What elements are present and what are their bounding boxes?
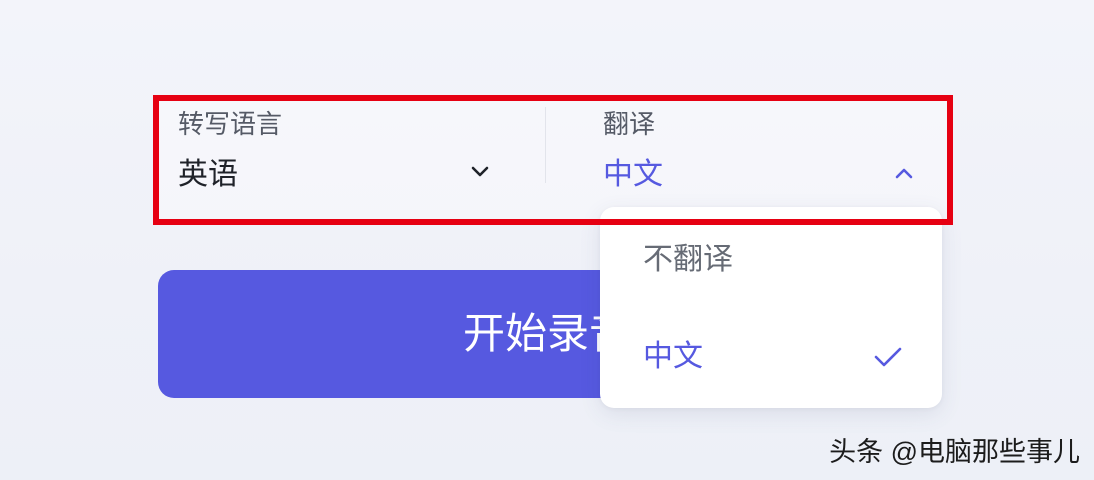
dropdown-option-no-translate[interactable]: 不翻译 [600,212,942,309]
dropdown-option-chinese[interactable]: 中文 [600,309,942,406]
transcribe-language-select[interactable]: 转写语言 英语 [158,100,545,220]
translate-language-label: 翻译 [603,109,656,139]
dropdown-option-label: 不翻译 [643,243,733,276]
chevron-up-icon[interactable] [895,167,913,179]
watermark: 头条 @电脑那些事儿 [829,437,1080,467]
translate-language-select[interactable]: 翻译 中文 [546,100,948,220]
transcribe-language-label: 转写语言 [178,109,283,139]
app-screen: 转写语言 英语 翻译 中文 开始录音 不翻译 中文 头条 @电脑那些事儿 [0,0,1094,480]
check-icon [874,347,902,367]
dropdown-option-label: 中文 [643,340,703,373]
translate-language-dropdown: 不翻译 中文 [600,207,942,408]
translate-language-value: 中文 [603,158,663,191]
language-selector-panel: 转写语言 英语 翻译 中文 [158,100,948,220]
transcribe-language-value: 英语 [178,158,238,191]
chevron-down-icon[interactable] [471,166,489,178]
